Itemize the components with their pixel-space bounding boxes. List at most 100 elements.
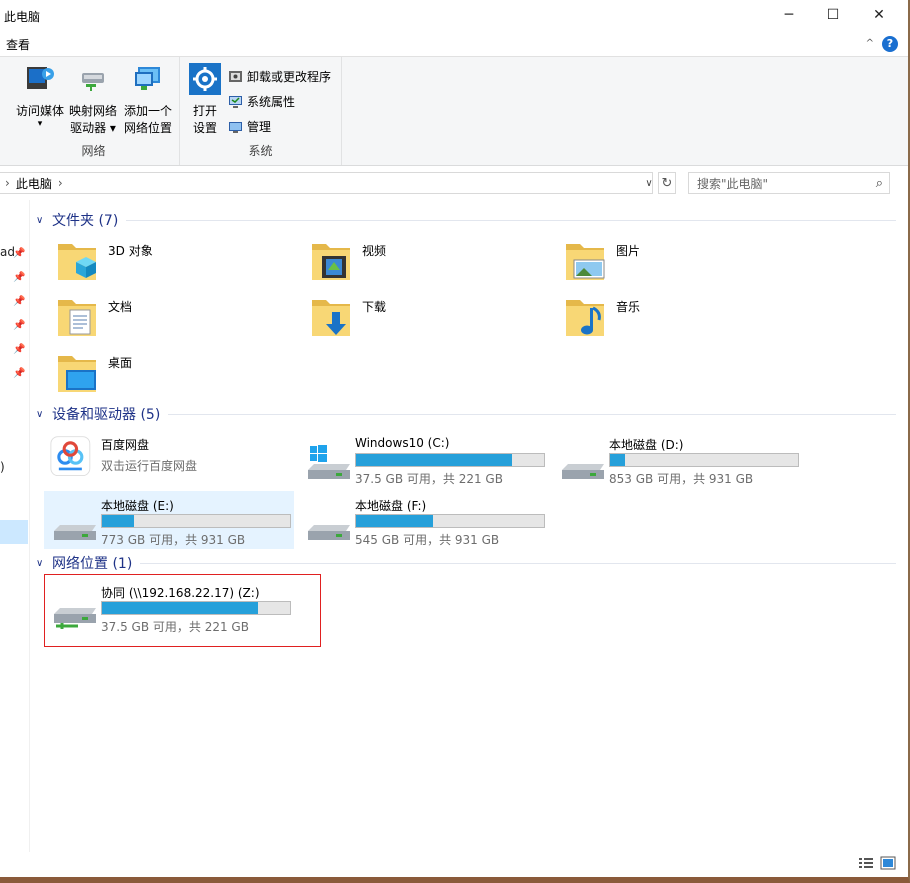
open-settings-button[interactable]: 打开 设置 <box>186 63 224 137</box>
breadcrumb-this-pc[interactable]: 此电脑 <box>16 175 52 192</box>
drive-item-c[interactable]: Windows10 (C:) 37.5 GB 可用，共 221 GB <box>298 430 548 488</box>
folder-name: 视频 <box>362 244 387 258</box>
section-header-drives[interactable]: ∨ 设备和驱动器 (5) <box>36 403 896 425</box>
hard-drive-icon <box>562 464 604 479</box>
window-title: 此电脑 <box>4 10 41 24</box>
collapse-ribbon-button[interactable]: ^ <box>866 38 874 49</box>
hard-drive-icon <box>54 525 96 540</box>
drive-name: 本地磁盘 (E:) <box>101 499 174 513</box>
folder-item-pictures[interactable]: 图片 <box>562 238 812 292</box>
content-pane: ∨ 文件夹 (7) 3D 对象 视频 图片 文档 下载 音乐 桌面 ∨ 设备和驱… <box>30 200 900 850</box>
drive-item-e[interactable]: 本地磁盘 (E:) 773 GB 可用，共 931 GB <box>44 491 294 549</box>
music-folder-icon <box>566 300 604 336</box>
drive-name: 百度网盘 <box>101 438 150 452</box>
section-header-network[interactable]: ∨ 网络位置 (1) <box>36 552 896 574</box>
pictures-folder-icon <box>566 244 605 280</box>
section-title-drives: 设备和驱动器 (5) <box>52 407 161 423</box>
nav-item-fragment[interactable]: ) <box>0 460 5 474</box>
folder-item-videos[interactable]: 视频 <box>308 238 558 292</box>
downloads-folder-icon <box>312 300 350 336</box>
minimize-button[interactable]: ─ <box>766 0 812 30</box>
system-properties-button[interactable]: 系统属性 <box>228 91 295 111</box>
drive-space-info: 545 GB 可用，共 931 GB <box>355 533 500 547</box>
drive-usage-bar <box>101 514 291 528</box>
close-button[interactable]: ✕ <box>856 0 902 30</box>
highlight-annotation-box <box>44 574 321 647</box>
search-input[interactable]: 搜索"此电脑" ⌕ <box>688 172 890 194</box>
baidu-netdisk-icon <box>50 436 91 477</box>
breadcrumb-separator: › <box>5 176 10 190</box>
section-divider <box>168 413 896 415</box>
refresh-button[interactable]: ↻ <box>658 172 676 194</box>
access-media-arrow: ▾ <box>37 119 43 129</box>
drive-name: Windows10 (C:) <box>355 436 450 450</box>
title-bar: 此电脑 ─ ☐ ✕ <box>0 0 908 32</box>
folder-name: 图片 <box>616 244 641 258</box>
pin-icon: 📌 <box>13 272 26 283</box>
large-icons-view-icon[interactable] <box>880 856 896 870</box>
add-location-icon <box>135 67 160 90</box>
folder-item-music[interactable]: 音乐 <box>562 294 812 348</box>
pin-icon: 📌 <box>13 368 26 379</box>
folder-item-downloads[interactable]: 下载 <box>308 294 558 348</box>
chevron-down-icon[interactable]: ∨ <box>36 409 50 420</box>
help-icon[interactable]: ? <box>882 36 898 52</box>
folder-name: 音乐 <box>616 300 641 314</box>
access-media-button[interactable]: 访问媒体 ▾ <box>14 63 66 129</box>
address-bar[interactable]: › 此电脑 › <box>0 172 653 194</box>
folder-item-3d-objects[interactable]: 3D 对象 <box>54 238 304 292</box>
address-bar-row: › 此电脑 › ∨ ↻ 搜索"此电脑" ⌕ <box>0 168 908 198</box>
address-history-dropdown[interactable]: ∨ <box>642 172 656 194</box>
manage-icon <box>229 121 242 133</box>
drive-item-d[interactable]: 本地磁盘 (D:) 853 GB 可用，共 931 GB <box>552 430 802 488</box>
folder-name: 下载 <box>362 300 387 314</box>
ribbon-group-network: 访问媒体 ▾ 映射网络 驱动器 ▾ 添加一个 网络位置 网络 <box>8 57 180 165</box>
section-header-folders[interactable]: ∨ 文件夹 (7) <box>36 209 896 231</box>
add-network-location-button[interactable]: 添加一个 网络位置 <box>120 63 176 137</box>
ribbon-group-network-label: 网络 <box>81 144 106 158</box>
documents-folder-icon <box>58 300 96 336</box>
add-location-label-1: 添加一个 <box>123 104 172 118</box>
section-divider <box>140 562 896 564</box>
ribbon-group-system-label: 系统 <box>248 144 273 158</box>
manage-label: 管理 <box>247 119 272 134</box>
menu-view-tab[interactable]: 查看 <box>6 36 30 53</box>
drive-name: 本地磁盘 (F:) <box>355 499 427 513</box>
navigation-pane: ad 📌 📌 📌 📌 📌 📌 ) <box>0 200 30 852</box>
pin-icon: 📌 <box>13 344 26 355</box>
chevron-down-icon[interactable]: ∨ <box>36 215 50 226</box>
drive-item-baidu-netdisk[interactable]: 百度网盘 双击运行百度网盘 <box>44 430 294 488</box>
pin-icon: 📌 <box>13 320 26 331</box>
system-properties-label: 系统属性 <box>247 94 296 109</box>
desktop-folder-icon <box>58 356 96 392</box>
map-network-drive-button[interactable]: 映射网络 驱动器 ▾ <box>66 63 120 137</box>
uninstall-program-button[interactable]: 卸载或更改程序 <box>228 66 331 86</box>
nav-item-this-pc-selected[interactable] <box>0 520 28 544</box>
pin-icon: 📌 <box>13 248 26 259</box>
drive-usage-fill <box>356 515 434 527</box>
system-properties-icon <box>229 95 242 108</box>
drive-usage-fill <box>610 454 626 466</box>
maximize-button[interactable]: ☐ <box>810 0 856 30</box>
drive-space-info: 37.5 GB 可用，共 221 GB <box>355 472 503 486</box>
folder-item-documents[interactable]: 文档 <box>54 294 304 348</box>
chevron-down-icon[interactable]: ∨ <box>36 558 50 569</box>
drive-name: 本地磁盘 (D:) <box>609 438 684 452</box>
drive-subtitle: 双击运行百度网盘 <box>101 459 198 473</box>
folder-item-desktop[interactable]: 桌面 <box>54 350 304 404</box>
menu-bar: 查看 ^ ? <box>0 32 908 56</box>
drive-usage-fill <box>356 454 513 466</box>
access-media-label-1: 访问媒体 <box>15 104 64 118</box>
details-view-icon[interactable] <box>858 856 874 870</box>
search-icon[interactable]: ⌕ <box>876 176 883 191</box>
drive-usage-fill <box>102 515 134 527</box>
drive-usage-bar <box>355 453 545 467</box>
drive-space-info: 773 GB 可用，共 931 GB <box>101 533 246 547</box>
media-icon <box>27 67 54 89</box>
breadcrumb-chevron-icon[interactable]: › <box>58 176 63 190</box>
uninstall-icon <box>229 70 242 82</box>
drive-item-f[interactable]: 本地磁盘 (F:) 545 GB 可用，共 931 GB <box>298 491 548 549</box>
manage-button[interactable]: 管理 <box>228 116 271 136</box>
folder-name: 文档 <box>108 300 133 314</box>
ribbon: 访问媒体 ▾ 映射网络 驱动器 ▾ 添加一个 网络位置 网络 打开 设置 卸载或… <box>0 56 908 166</box>
